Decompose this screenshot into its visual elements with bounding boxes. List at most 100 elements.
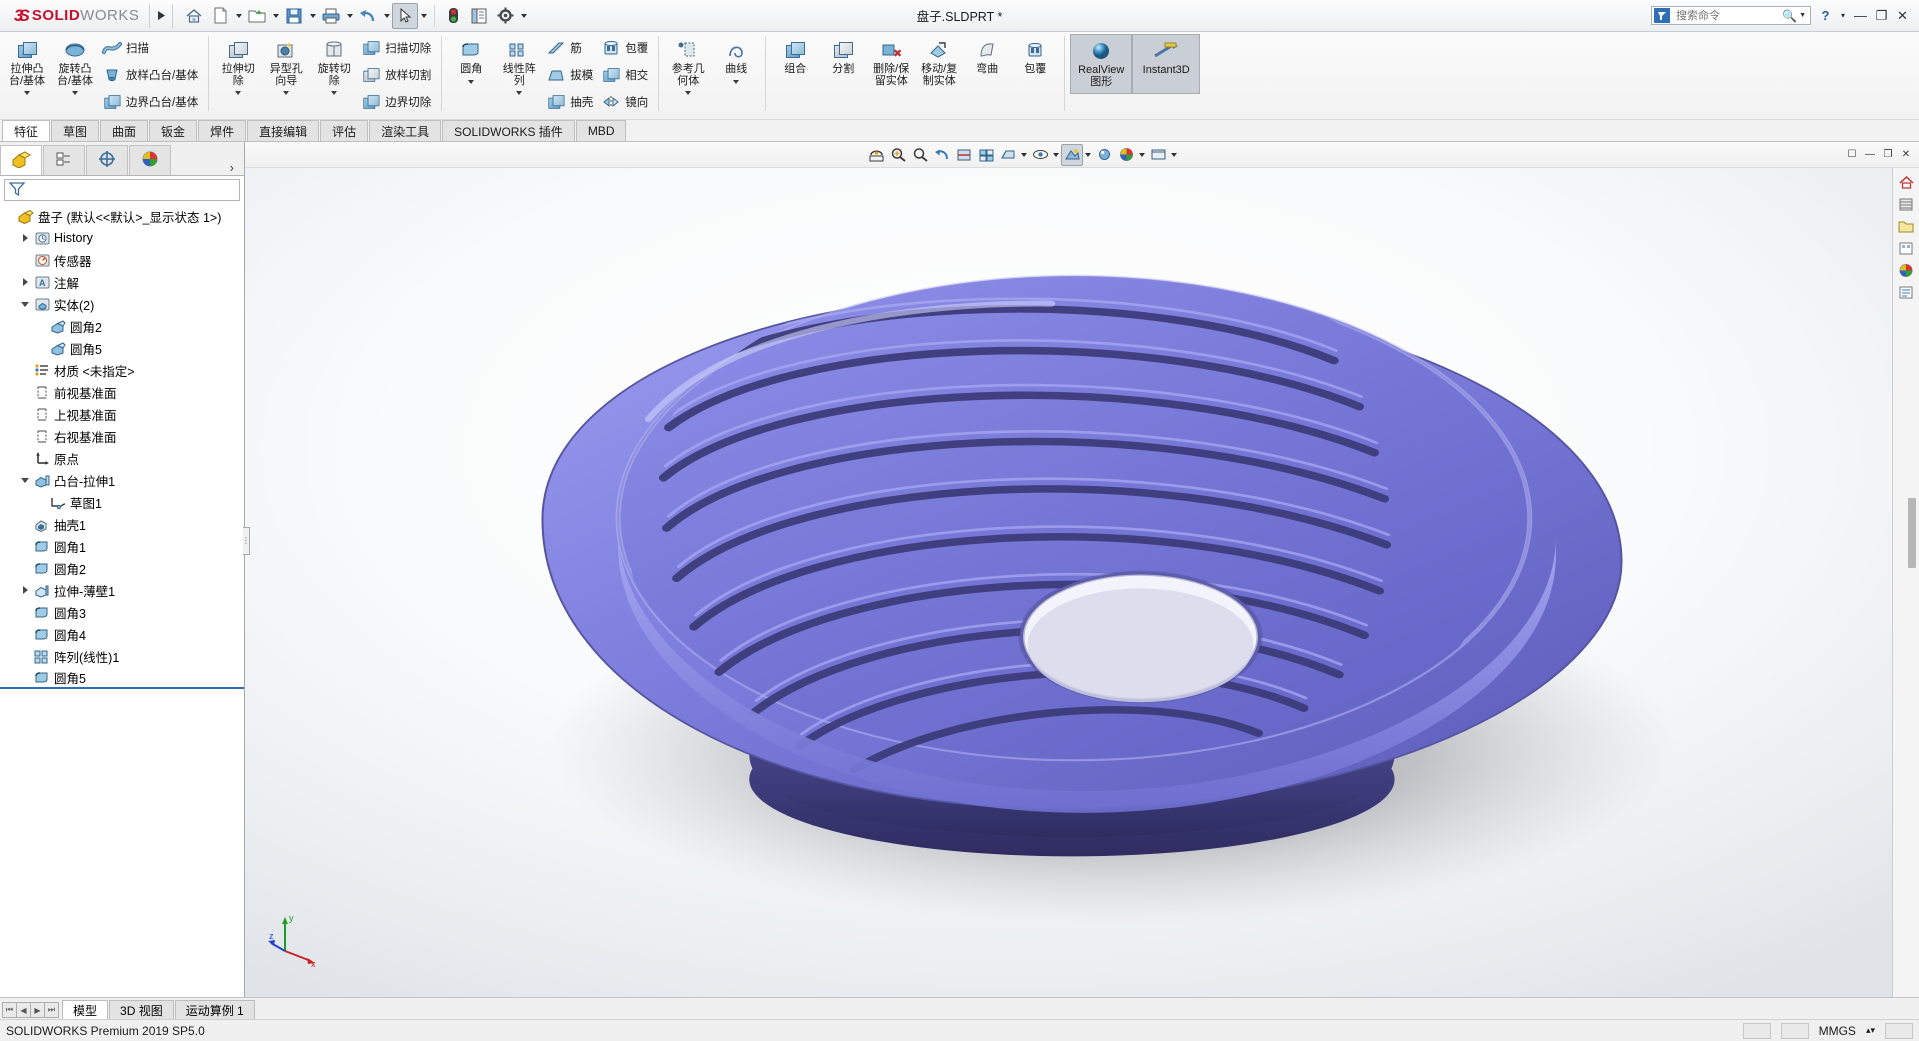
mirror-button[interactable]: 镜向 (598, 88, 653, 115)
extruded-cut-button[interactable]: 拉伸切除 (214, 34, 262, 98)
rib-button[interactable]: 筋 (543, 34, 598, 61)
tree-item[interactable]: 草图1 (0, 491, 244, 513)
tree-item[interactable]: 前视基准面 (0, 381, 244, 403)
nav-last-icon[interactable]: ⏭ (44, 1002, 59, 1018)
tree-item[interactable]: History (0, 227, 244, 249)
tree-item[interactable]: 原点 (0, 447, 244, 469)
tab-features[interactable]: 特征 (2, 120, 50, 141)
feature-manager-expand-icon[interactable]: › (230, 160, 244, 175)
tree-item[interactable]: 圆角3 (0, 601, 244, 623)
tree-item[interactable]: 材质 <未指定> (0, 359, 244, 381)
options-caret[interactable] (518, 3, 529, 29)
print-caret[interactable] (344, 3, 355, 29)
view-restore-button[interactable]: ❐ (1879, 146, 1897, 164)
tab-sketch[interactable]: 草图 (51, 120, 99, 141)
restore-button[interactable]: ❐ (1871, 5, 1892, 27)
draft-button[interactable]: 拔模 (543, 61, 598, 88)
select-cursor-caret[interactable] (418, 3, 429, 29)
new-document-caret[interactable] (233, 3, 244, 29)
units-caret-icon[interactable]: ▴▾ (1866, 1025, 1875, 1036)
display-style-icon[interactable] (997, 144, 1019, 166)
rebuild-icon[interactable] (440, 3, 466, 29)
search-input[interactable] (1674, 9, 1779, 23)
bottom-tab-3d-views[interactable]: 3D 视图 (109, 1000, 174, 1019)
display-style-caret[interactable] (1019, 144, 1029, 166)
lofted-boss-button[interactable]: 放样凸台/基体 (99, 61, 203, 88)
view-orientation-icon[interactable] (975, 144, 997, 166)
model-canvas[interactable]: y x z (245, 168, 1919, 997)
task-pane-library-icon[interactable] (1895, 193, 1918, 215)
tree-item[interactable]: 圆角2 (0, 315, 244, 337)
swept-cut-button[interactable]: 扫描切除 (358, 34, 436, 61)
tree-item[interactable]: 圆角5 (0, 337, 244, 359)
wrap-button[interactable]: 包覆 (598, 34, 653, 61)
tree-item[interactable]: 抽壳1 (0, 513, 244, 535)
instant3d-button[interactable]: Instant3D (1132, 34, 1200, 94)
fillet-button[interactable]: 圆角 (447, 34, 495, 94)
home-view-icon[interactable] (1895, 171, 1918, 193)
curves-button[interactable]: 曲线 (712, 34, 760, 94)
help-caret-icon[interactable]: ▾ (1836, 5, 1850, 27)
revolved-boss-base-button[interactable]: 旋转凸台/基体 (51, 34, 99, 98)
search-magnifier-icon[interactable]: 🔍 (1782, 9, 1799, 23)
view-close-button[interactable]: ✕ (1897, 146, 1915, 164)
delete-keep-body-button[interactable]: ✖ 删除/保留实体 (867, 34, 915, 94)
tree-item[interactable]: 拉伸-薄壁1 (0, 579, 244, 601)
combine-button[interactable]: 组合 (771, 34, 819, 94)
tab-render-tools[interactable]: 渲染工具 (369, 120, 441, 141)
view-minimize-button[interactable]: — (1861, 146, 1879, 164)
tree-item[interactable]: 上视基准面 (0, 403, 244, 425)
section-view-icon[interactable] (953, 144, 975, 166)
reference-geometry-button[interactable]: 参考几何体 (664, 34, 712, 98)
tree-item[interactable]: 圆角5 (0, 667, 244, 689)
tab-sheet-metal[interactable]: 钣金 (149, 120, 197, 141)
extruded-boss-base-button[interactable]: 拉伸凸台/基体 (3, 34, 51, 98)
print-icon[interactable] (318, 3, 344, 29)
hide-show-items-icon[interactable] (1029, 144, 1051, 166)
tree-twisty-icon[interactable] (18, 302, 32, 307)
shell-button[interactable]: 抽壳 (543, 88, 598, 115)
home-icon[interactable] (181, 3, 207, 29)
new-document-icon[interactable] (207, 3, 233, 29)
zoom-to-fit-icon[interactable] (865, 144, 887, 166)
swept-boss-button[interactable]: 扫描 (99, 34, 203, 61)
file-properties-icon[interactable] (466, 3, 492, 29)
custom-properties-icon[interactable] (1895, 281, 1918, 303)
display-manager-tab[interactable] (129, 145, 171, 175)
revolved-cut-caret[interactable] (327, 88, 341, 98)
wrap-body-button[interactable]: 包覆 (1011, 34, 1059, 94)
view-restore-small-icon[interactable]: ☐ (1843, 146, 1861, 164)
linear-pattern-caret[interactable] (512, 88, 526, 98)
curves-caret[interactable] (729, 77, 743, 87)
hole-wizard-button[interactable]: 异型孔向导 (262, 34, 310, 98)
linear-pattern-button[interactable]: 线性阵列 (495, 34, 543, 98)
options-gear-icon[interactable] (492, 3, 518, 29)
tree-item[interactable]: 实体(2) (0, 293, 244, 315)
tree-twisty-icon[interactable] (18, 478, 32, 483)
search-commands-box[interactable]: 🔍 ▼ (1651, 6, 1811, 25)
view-settings-icon[interactable] (1093, 144, 1115, 166)
undo-caret[interactable] (381, 3, 392, 29)
view-palette-icon[interactable] (1895, 237, 1918, 259)
tab-direct-editing[interactable]: 直接编辑 (247, 120, 319, 141)
canvas-scrollbar-thumb[interactable] (1908, 498, 1916, 568)
nav-first-icon[interactable]: ⏮ (2, 1002, 17, 1018)
tree-item[interactable]: 凸台-拉伸1 (0, 469, 244, 491)
zoom-in-out-icon[interactable] (909, 144, 931, 166)
tab-evaluate[interactable]: 评估 (320, 120, 368, 141)
hole-wizard-caret[interactable] (279, 88, 293, 98)
tree-item[interactable]: 圆角1 (0, 535, 244, 557)
split-button[interactable]: 分割 (819, 34, 867, 94)
reference-geometry-caret[interactable] (681, 88, 695, 98)
intersect-button[interactable]: 相交 (598, 61, 653, 88)
tree-item[interactable]: 圆角2 (0, 557, 244, 579)
panel-splitter-handle[interactable]: ⋮ (243, 527, 250, 555)
tab-weldments[interactable]: 焊件 (198, 120, 246, 141)
zoom-to-area-icon[interactable] (887, 144, 909, 166)
tree-item[interactable]: 传感器 (0, 249, 244, 271)
revolved-cut-button[interactable]: 旋转切除 (310, 34, 358, 98)
units-label[interactable]: MMGS (1819, 1024, 1856, 1038)
undo-icon[interactable] (355, 3, 381, 29)
fillet-caret[interactable] (464, 77, 478, 87)
viewport-layout-icon[interactable] (1147, 144, 1169, 166)
